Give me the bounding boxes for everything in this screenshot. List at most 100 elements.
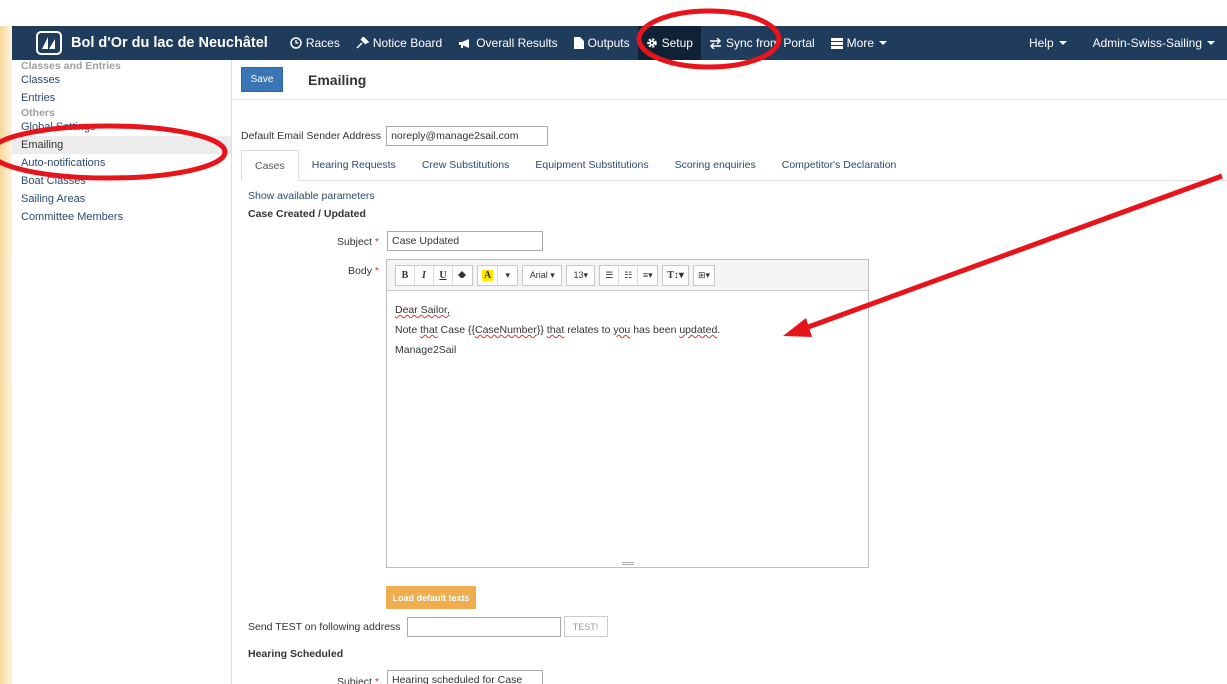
nav-help[interactable]: Help xyxy=(1021,26,1085,60)
sidebar-item-emailing[interactable]: Emailing xyxy=(12,136,231,154)
tab-equipment-substitutions[interactable]: Equipment Substitutions xyxy=(522,150,661,181)
sidebar-item-auto-notifications[interactable]: Auto-notifications xyxy=(12,154,231,172)
nav-overall-results-label: Overall Results xyxy=(476,36,558,50)
test-button[interactable]: TEST! xyxy=(563,616,608,637)
resize-grip-icon[interactable] xyxy=(387,560,868,567)
text-part: Case {{ xyxy=(437,324,475,336)
color-group: A ▾ xyxy=(477,264,519,286)
pin-icon xyxy=(356,37,369,49)
nav-user-menu[interactable]: Admin-Swiss-Sailing xyxy=(1085,26,1227,60)
subject2-input[interactable]: Hearing scheduled for Case xyxy=(387,670,543,684)
font-family-value: Arial ▾ xyxy=(529,269,555,281)
chevron-down-icon xyxy=(879,41,888,45)
sidebar-item-committee-members[interactable]: Committee Members xyxy=(12,208,231,226)
left-edge-strip xyxy=(0,26,12,684)
nav-more[interactable]: More xyxy=(823,26,895,60)
italic-button[interactable]: I xyxy=(415,265,434,285)
top-strip xyxy=(0,0,1227,26)
body-line-3: Manage2Sail xyxy=(395,344,457,356)
editor-content[interactable]: Dear Sailor, Note that Case {{CaseNumber… xyxy=(387,291,868,369)
page-title: Emailing xyxy=(308,71,367,88)
nav-outputs-label: Outputs xyxy=(587,36,630,50)
main-content: Save Emailing Default Email Sender Addre… xyxy=(232,60,1227,684)
bold-button[interactable]: B xyxy=(396,265,415,285)
subject-label: Subject * xyxy=(239,236,379,248)
subject-input[interactable]: Case Updated xyxy=(387,231,543,251)
underline-button[interactable]: U xyxy=(434,265,453,285)
sidebar-item-classes[interactable]: Classes xyxy=(12,71,231,89)
table-icon[interactable]: ⊞▾ xyxy=(694,266,714,285)
sidebar-item-sailing-areas[interactable]: Sailing Areas xyxy=(12,190,231,208)
text-color-icon[interactable]: A xyxy=(478,265,499,285)
section-title-case-created: Case Created / Updated xyxy=(248,208,366,220)
font-size-select[interactable]: 13 ▾ xyxy=(566,264,596,286)
nav-notice-board-label: Notice Board xyxy=(372,36,443,50)
chevron-down-icon xyxy=(1207,41,1215,45)
unordered-list-icon[interactable]: ☰ xyxy=(600,265,620,285)
sender-label: Default Email Sender Address xyxy=(241,130,382,142)
nav-setup[interactable]: Setup xyxy=(637,26,701,60)
text-part: that xyxy=(420,324,438,336)
sync-icon xyxy=(709,37,722,49)
nav-races-label: Races xyxy=(305,36,340,50)
sidebar-item-boat-classes[interactable]: Boat Classes xyxy=(12,172,231,190)
navbar: Bol d'Or du lac de Neuchâtel Races Notic… xyxy=(12,26,1227,60)
body-line-1-text: Dear Sailor, xyxy=(395,304,450,316)
subject-label-text: Subject xyxy=(336,236,372,248)
nav-notice-board[interactable]: Notice Board xyxy=(348,26,450,60)
font-family-select[interactable]: Arial ▾ xyxy=(522,264,563,286)
body-label: Body * xyxy=(239,265,379,277)
font-family-text: Arial xyxy=(529,270,548,280)
nav-setup-label: Setup xyxy=(661,36,693,50)
nav-outputs[interactable]: Outputs xyxy=(566,26,638,60)
sidebar-item-global-settings[interactable]: Global Settings xyxy=(12,118,231,136)
table-group: ⊞▾ xyxy=(692,264,715,286)
chevron-down-icon xyxy=(1058,41,1067,45)
nav-more-label: More xyxy=(846,36,875,50)
bullhorn-icon xyxy=(458,38,472,49)
gear-icon xyxy=(646,37,658,49)
tab-competitors-declaration[interactable]: Competitor's Declaration xyxy=(769,150,910,181)
sidebar-item-entries[interactable]: Entries xyxy=(12,89,231,107)
subject2-label: Subject * xyxy=(239,676,379,684)
tab-cases[interactable]: Cases xyxy=(241,150,299,181)
save-button[interactable]: Save xyxy=(241,67,283,92)
chevron-down-icon[interactable]: ▾ xyxy=(498,266,517,285)
brand-title: Bol d'Or du lac de Neuchâtel xyxy=(71,35,268,51)
load-default-texts-button[interactable]: Load default texts xyxy=(386,586,476,609)
nav-sync-label: Sync from Portal xyxy=(725,36,815,50)
menu-icon xyxy=(830,37,843,49)
brand[interactable]: Bol d'Or du lac de Neuchâtel xyxy=(12,26,282,60)
tab-crew-substitutions[interactable]: Crew Substitutions xyxy=(409,150,523,181)
align-icon[interactable]: ≡▾ xyxy=(638,266,657,285)
format-group: B I U xyxy=(395,264,473,286)
text-part: Note xyxy=(395,324,421,336)
test-label: Send TEST on following address xyxy=(248,620,401,633)
test-row: Send TEST on following address TEST! xyxy=(248,616,608,637)
nav-races[interactable]: Races xyxy=(282,26,348,60)
page-header: Save Emailing xyxy=(232,60,1227,100)
tab-scoring-enquiries[interactable]: Scoring enquiries xyxy=(662,150,769,181)
nav-sync-from-portal[interactable]: Sync from Portal xyxy=(701,26,823,60)
show-parameters-link[interactable]: Show available parameters xyxy=(248,190,375,202)
nav-right: Help Admin-Swiss-Sailing xyxy=(1021,26,1227,60)
body-label-text: Body xyxy=(348,265,372,277)
body-line-2: Note that Case {{CaseNumber}} that relat… xyxy=(395,320,860,340)
line-height-group: T↕▾ xyxy=(662,264,689,286)
required-mark: * xyxy=(374,236,379,248)
ordered-list-icon[interactable]: ☷ xyxy=(619,265,639,285)
text-part: }} xyxy=(536,324,547,336)
text-part: updated xyxy=(679,324,718,336)
tabs: Cases Hearing Requests Crew Substitution… xyxy=(241,150,1227,181)
body-line-1: Dear Sailor, xyxy=(395,300,860,320)
sender-row: Default Email Sender Address noreply@man… xyxy=(241,126,549,146)
tab-hearing-requests[interactable]: Hearing Requests xyxy=(299,150,409,181)
list-group: ☰ ☷ ≡▾ xyxy=(599,264,659,286)
body-editor[interactable]: B I U A ▾ Arial ▾ 13 ▾ ☰ ☷ ≡▾ T↕▾ ⊞▾ Dea… xyxy=(386,259,869,568)
nav-user-label: Admin-Swiss-Sailing xyxy=(1092,36,1202,50)
sender-email-input[interactable]: noreply@manage2sail.com xyxy=(386,126,549,146)
test-email-input[interactable] xyxy=(406,616,561,637)
nav-overall-results[interactable]: Overall Results xyxy=(450,26,565,60)
line-height-icon[interactable]: T↕▾ xyxy=(663,266,688,285)
eraser-icon[interactable] xyxy=(453,266,472,285)
